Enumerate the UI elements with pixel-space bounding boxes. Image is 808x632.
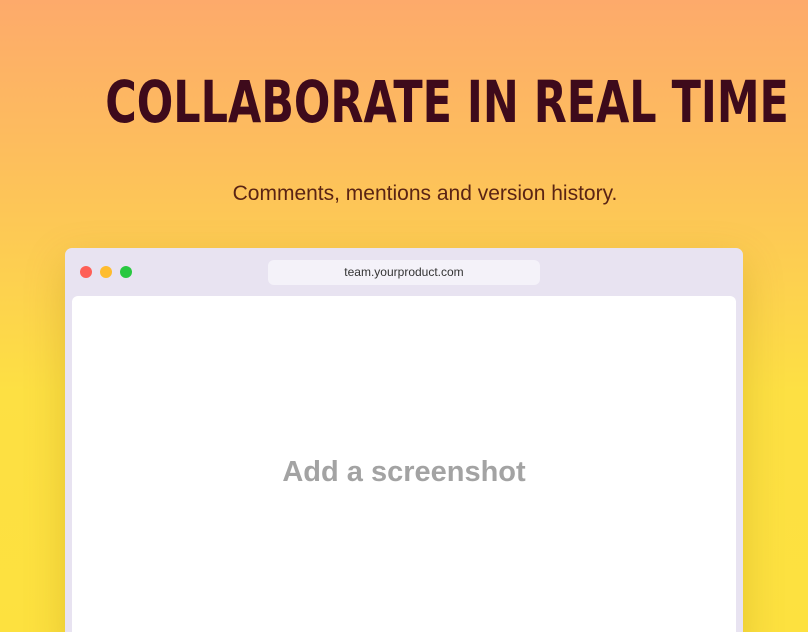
screenshot-placeholder: Add a screenshot (282, 456, 526, 488)
promo-slide: COLLABORATE IN REAL TIME Comments, menti… (0, 0, 808, 632)
maximize-window-icon[interactable] (120, 266, 132, 278)
minimize-window-icon[interactable] (100, 266, 112, 278)
browser-mockup: team.yourproduct.com Add a screenshot (65, 248, 743, 632)
address-bar[interactable]: team.yourproduct.com (268, 260, 540, 285)
subtitle: Comments, mentions and version history. (232, 182, 618, 205)
browser-viewport: Add a screenshot (72, 296, 736, 632)
close-window-icon[interactable] (80, 266, 92, 278)
headline: COLLABORATE IN REAL TIME (105, 68, 789, 136)
